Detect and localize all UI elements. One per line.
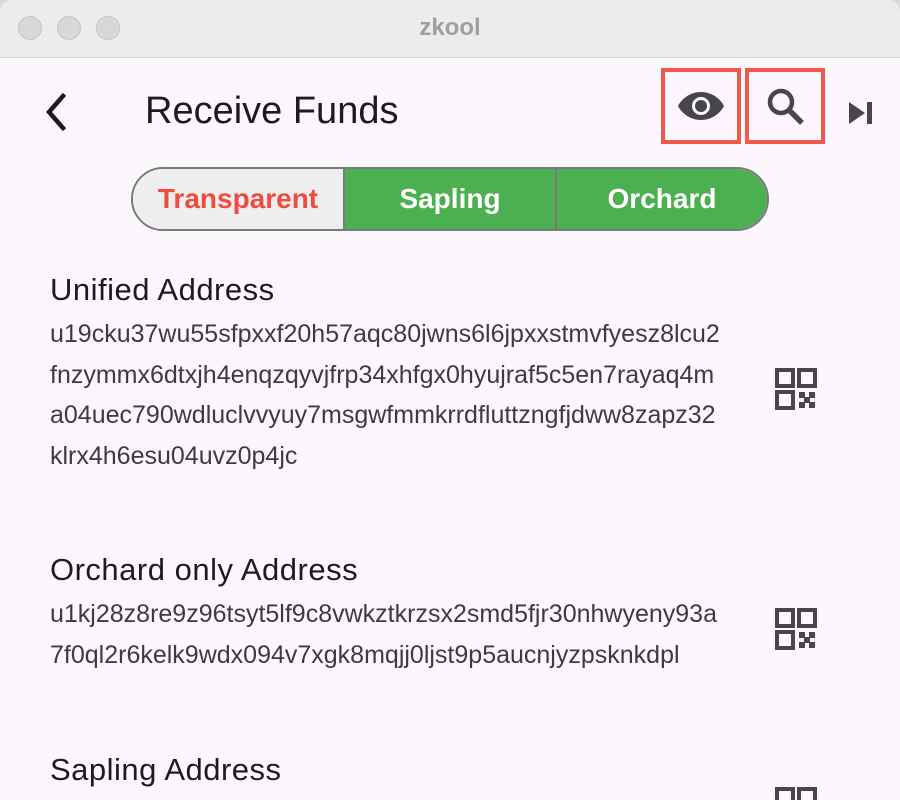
sapling-address-qr-button[interactable] bbox=[775, 787, 817, 800]
qr-code-icon bbox=[775, 368, 817, 410]
address-label: Orchard only Address bbox=[50, 552, 359, 587]
eye-icon bbox=[678, 92, 724, 120]
qr-code-icon bbox=[775, 608, 817, 650]
skip-next-icon bbox=[849, 102, 872, 124]
segment-transparent[interactable]: Transparent bbox=[133, 169, 343, 229]
chevron-left-icon bbox=[46, 92, 67, 132]
unified-address-qr-button[interactable] bbox=[775, 368, 817, 410]
segment-sapling[interactable]: Sapling bbox=[343, 169, 555, 229]
orchard-address-qr-button[interactable] bbox=[775, 608, 817, 650]
title-bar: zkool bbox=[0, 0, 900, 58]
view-button[interactable] bbox=[661, 68, 741, 144]
address-label: Sapling Address bbox=[50, 752, 282, 787]
address-value: u19cku37wu55sfpxxf20h57aqc80jwns6l6jpxxs… bbox=[50, 320, 720, 470]
app-window: zkool Receive Funds Transparent Sapling … bbox=[0, 0, 900, 800]
unified-address-section: Unified Address u19cku37wu55sfpxxf20h57a… bbox=[50, 270, 750, 476]
address-label: Unified Address bbox=[50, 272, 275, 307]
segment-orchard[interactable]: Orchard bbox=[555, 169, 767, 229]
pool-selector: Transparent Sapling Orchard bbox=[131, 167, 769, 231]
page-title: Receive Funds bbox=[145, 90, 399, 132]
search-button[interactable] bbox=[745, 68, 825, 144]
skip-next-button[interactable] bbox=[838, 90, 884, 136]
sapling-address-section: Sapling Address bbox=[50, 750, 750, 790]
search-icon bbox=[767, 88, 804, 125]
orchard-address-section: Orchard only Address u1kj28z8re9z96tsyt5… bbox=[50, 550, 750, 675]
back-button[interactable] bbox=[32, 88, 80, 136]
address-value: u1kj28z8re9z96tsyt5lf9c8vwkztkrzsx2smd5f… bbox=[50, 600, 717, 669]
qr-code-icon bbox=[775, 787, 817, 800]
window-title: zkool bbox=[419, 14, 481, 41]
